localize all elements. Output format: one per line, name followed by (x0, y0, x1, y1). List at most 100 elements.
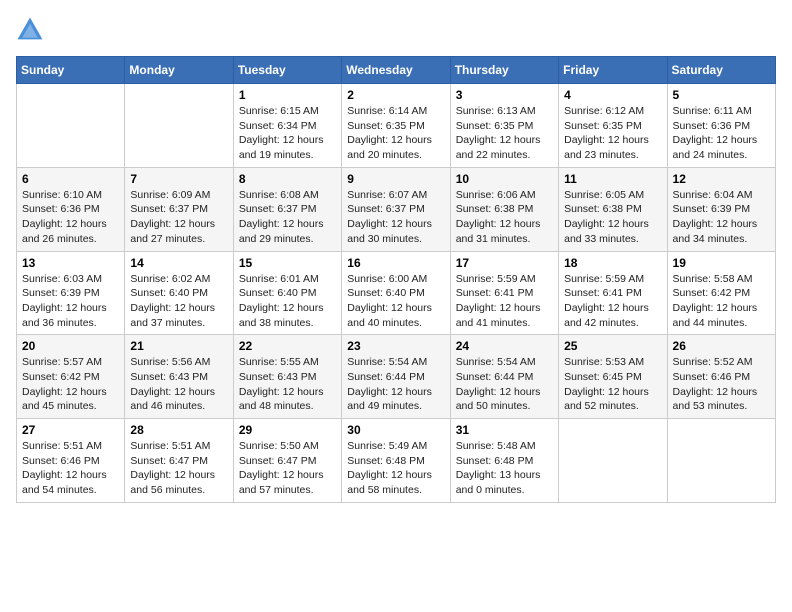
calendar-day-cell: 1 Sunrise: 6:15 AM Sunset: 6:34 PM Dayli… (233, 84, 341, 168)
day-info: Sunrise: 6:04 AM Sunset: 6:39 PM Dayligh… (673, 188, 770, 247)
daylight-text: Daylight: 12 hours and 50 minutes. (456, 386, 541, 413)
sunrise-text: Sunrise: 5:58 AM (673, 273, 753, 285)
sunrise-text: Sunrise: 5:48 AM (456, 440, 536, 452)
daylight-text: Daylight: 12 hours and 20 minutes. (347, 134, 432, 161)
sunrise-text: Sunrise: 6:13 AM (456, 105, 536, 117)
day-number: 18 (564, 256, 661, 270)
calendar-day-cell: 23 Sunrise: 5:54 AM Sunset: 6:44 PM Dayl… (342, 335, 450, 419)
daylight-text: Daylight: 13 hours and 0 minutes. (456, 469, 541, 496)
calendar-day-cell: 18 Sunrise: 5:59 AM Sunset: 6:41 PM Dayl… (559, 251, 667, 335)
calendar-day-cell (667, 419, 775, 503)
calendar-day-cell: 9 Sunrise: 6:07 AM Sunset: 6:37 PM Dayli… (342, 167, 450, 251)
daylight-text: Daylight: 12 hours and 44 minutes. (673, 302, 758, 329)
calendar-day-cell: 5 Sunrise: 6:11 AM Sunset: 6:36 PM Dayli… (667, 84, 775, 168)
day-number: 13 (22, 256, 119, 270)
weekday-header: Monday (125, 57, 233, 84)
daylight-text: Daylight: 12 hours and 56 minutes. (130, 469, 215, 496)
sunrise-text: Sunrise: 6:02 AM (130, 273, 210, 285)
sunrise-text: Sunrise: 6:09 AM (130, 189, 210, 201)
sunrise-text: Sunrise: 5:59 AM (564, 273, 644, 285)
day-info: Sunrise: 6:06 AM Sunset: 6:38 PM Dayligh… (456, 188, 553, 247)
daylight-text: Daylight: 12 hours and 53 minutes. (673, 386, 758, 413)
sunset-text: Sunset: 6:39 PM (673, 203, 751, 215)
calendar-day-cell: 25 Sunrise: 5:53 AM Sunset: 6:45 PM Dayl… (559, 335, 667, 419)
sunrise-text: Sunrise: 6:01 AM (239, 273, 319, 285)
sunrise-text: Sunrise: 6:11 AM (673, 105, 752, 117)
sunset-text: Sunset: 6:46 PM (673, 371, 751, 383)
sunrise-text: Sunrise: 5:54 AM (456, 356, 536, 368)
day-number: 16 (347, 256, 444, 270)
day-number: 26 (673, 339, 770, 353)
sunrise-text: Sunrise: 5:50 AM (239, 440, 319, 452)
calendar-day-cell: 30 Sunrise: 5:49 AM Sunset: 6:48 PM Dayl… (342, 419, 450, 503)
day-number: 22 (239, 339, 336, 353)
sunrise-text: Sunrise: 6:12 AM (564, 105, 644, 117)
calendar-week-row: 27 Sunrise: 5:51 AM Sunset: 6:46 PM Dayl… (17, 419, 776, 503)
calendar-day-cell (17, 84, 125, 168)
day-info: Sunrise: 5:52 AM Sunset: 6:46 PM Dayligh… (673, 355, 770, 414)
sunset-text: Sunset: 6:40 PM (347, 287, 425, 299)
calendar-day-cell: 31 Sunrise: 5:48 AM Sunset: 6:48 PM Dayl… (450, 419, 558, 503)
sunset-text: Sunset: 6:46 PM (22, 455, 100, 467)
calendar-day-cell: 2 Sunrise: 6:14 AM Sunset: 6:35 PM Dayli… (342, 84, 450, 168)
logo (16, 16, 48, 44)
day-number: 31 (456, 423, 553, 437)
sunset-text: Sunset: 6:42 PM (673, 287, 751, 299)
day-number: 3 (456, 88, 553, 102)
calendar-day-cell: 11 Sunrise: 6:05 AM Sunset: 6:38 PM Dayl… (559, 167, 667, 251)
daylight-text: Daylight: 12 hours and 27 minutes. (130, 218, 215, 245)
daylight-text: Daylight: 12 hours and 29 minutes. (239, 218, 324, 245)
logo-icon (16, 16, 44, 44)
sunrise-text: Sunrise: 6:04 AM (673, 189, 753, 201)
day-number: 12 (673, 172, 770, 186)
sunset-text: Sunset: 6:43 PM (239, 371, 317, 383)
sunset-text: Sunset: 6:39 PM (22, 287, 100, 299)
day-number: 14 (130, 256, 227, 270)
page-header (16, 16, 776, 44)
weekday-header: Sunday (17, 57, 125, 84)
calendar-day-cell: 4 Sunrise: 6:12 AM Sunset: 6:35 PM Dayli… (559, 84, 667, 168)
day-info: Sunrise: 5:58 AM Sunset: 6:42 PM Dayligh… (673, 272, 770, 331)
sunset-text: Sunset: 6:36 PM (22, 203, 100, 215)
calendar-day-cell: 22 Sunrise: 5:55 AM Sunset: 6:43 PM Dayl… (233, 335, 341, 419)
day-number: 30 (347, 423, 444, 437)
sunrise-text: Sunrise: 6:10 AM (22, 189, 102, 201)
sunset-text: Sunset: 6:34 PM (239, 120, 317, 132)
calendar-day-cell: 24 Sunrise: 5:54 AM Sunset: 6:44 PM Dayl… (450, 335, 558, 419)
sunset-text: Sunset: 6:42 PM (22, 371, 100, 383)
day-info: Sunrise: 6:08 AM Sunset: 6:37 PM Dayligh… (239, 188, 336, 247)
day-number: 25 (564, 339, 661, 353)
sunrise-text: Sunrise: 5:59 AM (456, 273, 536, 285)
daylight-text: Daylight: 12 hours and 37 minutes. (130, 302, 215, 329)
day-number: 4 (564, 88, 661, 102)
sunset-text: Sunset: 6:44 PM (347, 371, 425, 383)
calendar-day-cell: 12 Sunrise: 6:04 AM Sunset: 6:39 PM Dayl… (667, 167, 775, 251)
calendar-day-cell: 28 Sunrise: 5:51 AM Sunset: 6:47 PM Dayl… (125, 419, 233, 503)
day-number: 1 (239, 88, 336, 102)
day-number: 2 (347, 88, 444, 102)
weekday-header: Tuesday (233, 57, 341, 84)
calendar-day-cell: 27 Sunrise: 5:51 AM Sunset: 6:46 PM Dayl… (17, 419, 125, 503)
daylight-text: Daylight: 12 hours and 23 minutes. (564, 134, 649, 161)
sunset-text: Sunset: 6:35 PM (456, 120, 534, 132)
daylight-text: Daylight: 12 hours and 26 minutes. (22, 218, 107, 245)
daylight-text: Daylight: 12 hours and 36 minutes. (22, 302, 107, 329)
calendar-day-cell: 19 Sunrise: 5:58 AM Sunset: 6:42 PM Dayl… (667, 251, 775, 335)
day-number: 7 (130, 172, 227, 186)
calendar-table: SundayMondayTuesdayWednesdayThursdayFrid… (16, 56, 776, 503)
day-number: 6 (22, 172, 119, 186)
day-info: Sunrise: 6:09 AM Sunset: 6:37 PM Dayligh… (130, 188, 227, 247)
daylight-text: Daylight: 12 hours and 41 minutes. (456, 302, 541, 329)
day-info: Sunrise: 6:14 AM Sunset: 6:35 PM Dayligh… (347, 104, 444, 163)
sunset-text: Sunset: 6:41 PM (456, 287, 534, 299)
day-info: Sunrise: 6:00 AM Sunset: 6:40 PM Dayligh… (347, 272, 444, 331)
daylight-text: Daylight: 12 hours and 31 minutes. (456, 218, 541, 245)
sunrise-text: Sunrise: 6:15 AM (239, 105, 319, 117)
sunrise-text: Sunrise: 6:07 AM (347, 189, 427, 201)
sunrise-text: Sunrise: 6:14 AM (347, 105, 427, 117)
day-number: 21 (130, 339, 227, 353)
sunset-text: Sunset: 6:48 PM (456, 455, 534, 467)
daylight-text: Daylight: 12 hours and 30 minutes. (347, 218, 432, 245)
calendar-day-cell: 17 Sunrise: 5:59 AM Sunset: 6:41 PM Dayl… (450, 251, 558, 335)
day-info: Sunrise: 6:13 AM Sunset: 6:35 PM Dayligh… (456, 104, 553, 163)
